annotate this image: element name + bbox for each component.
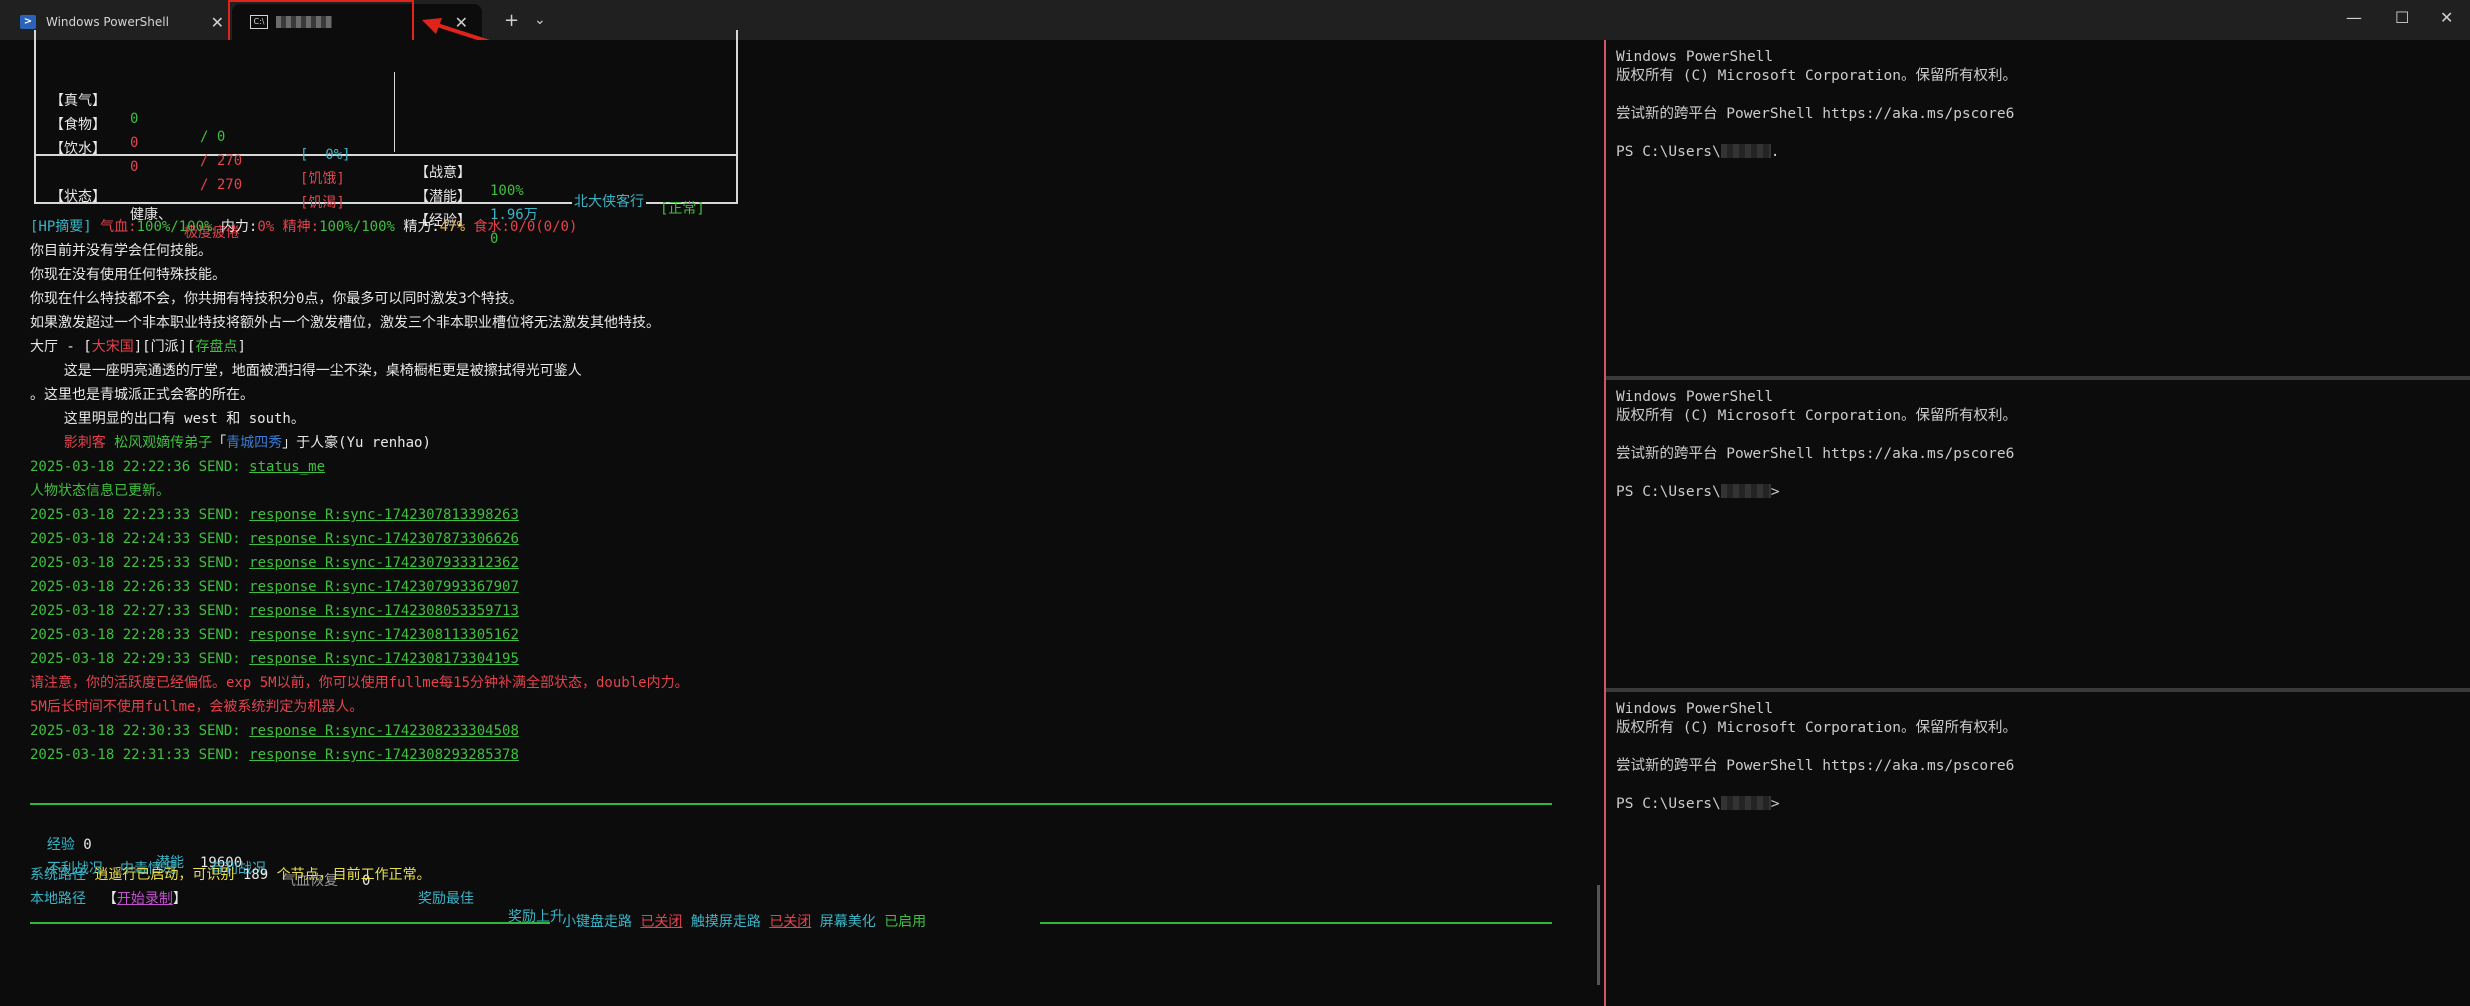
- room-description-1: 这是一座明亮通透的厅堂，地面被洒扫得一尘不染，桌椅橱柜更是被擦拭得光可鉴人: [30, 363, 582, 379]
- skill-line-2: 你现在没有使用任何特殊技能。: [30, 267, 226, 283]
- screen-beautify-toggle[interactable]: 已启用: [884, 914, 926, 930]
- local-path-line: 本地路径 【开始录制】: [30, 891, 187, 907]
- tab-title: Windows PowerShell: [46, 15, 169, 29]
- start-recording-link[interactable]: 开始录制: [117, 891, 173, 907]
- skill-line-4: 如果激发超过一个非本职业特技将额外占一个激发槽位，激发三个非本职业槽位将无法激发…: [30, 315, 660, 331]
- footer-rule-left: [30, 922, 550, 924]
- room-npc: 影刺客 松风观嫡传弟子「青城四秀」于人豪(Yu renhao): [30, 435, 431, 451]
- maximize-button[interactable]: ☐: [2395, 8, 2409, 27]
- close-window-button[interactable]: ✕: [2440, 8, 2453, 27]
- ps-prompt: PS C:\Users\: [1616, 796, 1721, 812]
- skill-line-1: 你目前并没有学会任何技能。: [30, 243, 212, 259]
- tab-dropdown-button[interactable]: ⌄: [534, 12, 546, 28]
- log-line: 2025-03-18 22:28:33 SEND: response R:syn…: [30, 627, 519, 643]
- status-separator: [36, 154, 736, 156]
- powershell-pane-3[interactable]: Windows PowerShell 版权所有 (C) Microsoft Co…: [1606, 692, 2470, 1006]
- log-line: 2025-03-18 22:30:33 SEND: response R:syn…: [30, 723, 519, 739]
- ps-header: Windows PowerShell: [1616, 389, 1774, 405]
- powershell-pane-2[interactable]: Windows PowerShell 版权所有 (C) Microsoft Co…: [1606, 380, 2470, 688]
- new-tab-button[interactable]: +: [504, 10, 519, 31]
- ps-copyright: 版权所有 (C) Microsoft Corporation。保留所有权利。: [1616, 68, 2017, 84]
- warning-line-2: 5M后长时间不使用fullme，会被系统判定为机器人。: [30, 699, 364, 715]
- ps-pscore-hint: 尝试新的跨平台 PowerShell https://aka.ms/pscore…: [1616, 106, 2015, 122]
- log-line: 2025-03-18 22:25:33 SEND: response R:syn…: [30, 555, 519, 571]
- powershell-pane-1[interactable]: Windows PowerShell 版权所有 (C) Microsoft Co…: [1606, 40, 2470, 376]
- status-box-caption: 北大侠客行: [572, 193, 646, 211]
- scrollbar[interactable]: [1597, 885, 1600, 985]
- ps-header: Windows PowerShell: [1616, 49, 1774, 65]
- footer-rule-right: [1040, 922, 1552, 924]
- ps-pscore-hint: 尝试新的跨平台 PowerShell https://aka.ms/pscore…: [1616, 758, 2015, 774]
- ps-copyright: 版权所有 (C) Microsoft Corporation。保留所有权利。: [1616, 720, 2017, 736]
- ps-header: Windows PowerShell: [1616, 701, 1774, 717]
- numpad-walk-toggle[interactable]: 已关闭: [640, 914, 682, 930]
- redacted-username: [1720, 484, 1771, 498]
- redacted-username: [1720, 144, 1771, 158]
- system-path-line: 系统路径 逍遥行已启动，可识别 189 个节点，目前工作正常。: [30, 867, 431, 883]
- minimize-button[interactable]: —: [2346, 8, 2362, 27]
- ps-pscore-hint: 尝试新的跨平台 PowerShell https://aka.ms/pscore…: [1616, 446, 2015, 462]
- ps-prompt: PS C:\Users\: [1616, 484, 1721, 500]
- status-box: [34, 30, 738, 204]
- ps-prompt: PS C:\Users\: [1616, 144, 1721, 160]
- ps-copyright: 版权所有 (C) Microsoft Corporation。保留所有权利。: [1616, 408, 2017, 424]
- touch-walk-toggle[interactable]: 已关闭: [769, 914, 811, 930]
- warning-line-1: 请注意，你的活跃度已经偏低。exp 5M以前，你可以使用fullme每15分钟补…: [30, 675, 689, 691]
- room-exits: 这里明显的出口有 west 和 south。: [30, 411, 305, 427]
- log-line: 2025-03-18 22:27:33 SEND: response R:syn…: [30, 603, 519, 619]
- log-line: 2025-03-18 22:31:33 SEND: response R:syn…: [30, 747, 519, 763]
- redacted-username: [1720, 796, 1771, 810]
- log-line: 人物状态信息已更新。: [30, 483, 170, 499]
- log-line: 2025-03-18 22:29:33 SEND: response R:syn…: [30, 651, 519, 667]
- skill-line-3: 你现在什么特技都不会，你共拥有特技积分0点，你最多可以同时激发3个特技。: [30, 291, 523, 307]
- log-line: 2025-03-18 22:23:33 SEND: response R:syn…: [30, 507, 519, 523]
- footer-toggles: 小键盘走路 已关闭 触摸屏走路 已关闭 屏幕美化 已启用: [562, 914, 927, 930]
- hp-summary: [HP摘要] 气血:100%/100% 内力:0% 精神:100%/100% 精…: [30, 219, 578, 235]
- powershell-icon: >: [20, 15, 36, 29]
- room-title: 大厅 - [大宋国][门派][存盘点]: [30, 339, 246, 355]
- log-line: 2025-03-18 22:26:33 SEND: response R:syn…: [30, 579, 519, 595]
- status-bar-top-rule: [30, 803, 1552, 805]
- status-caption-fill: [560, 200, 570, 202]
- room-description-2: 。这里也是青城派正式会客的所在。: [30, 387, 254, 403]
- log-line: 2025-03-18 22:24:33 SEND: response R:syn…: [30, 531, 519, 547]
- status-divider: [394, 72, 395, 152]
- log-line: 2025-03-18 22:22:36 SEND: status_me: [30, 459, 326, 475]
